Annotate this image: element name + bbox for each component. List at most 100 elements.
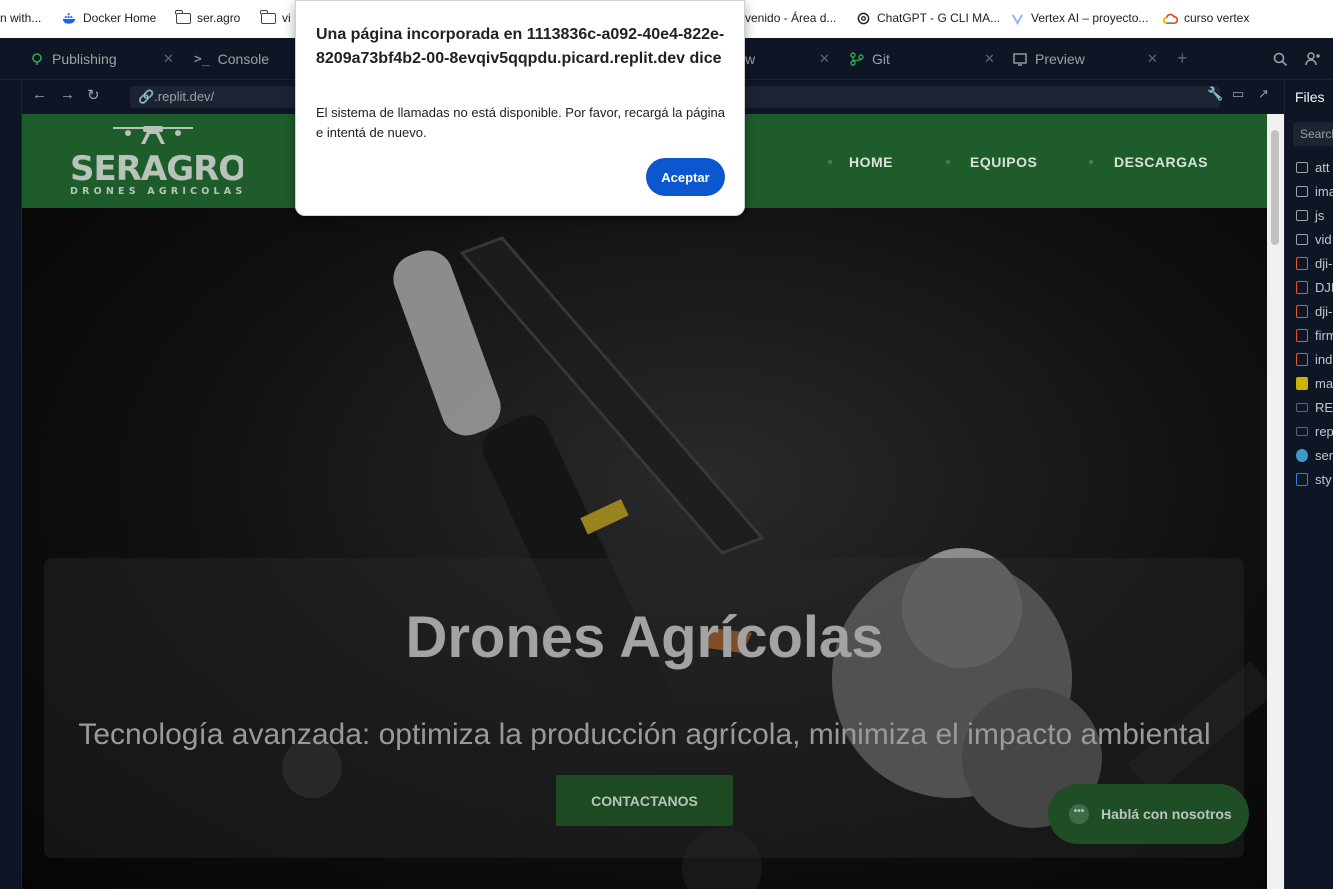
hero-subtitle: Tecnología avanzada: optimiza la producc…	[78, 718, 1211, 751]
file-name: sty	[1315, 471, 1332, 487]
file-name: ma	[1315, 375, 1333, 391]
py-file-icon	[1296, 448, 1308, 462]
nav-bullet	[828, 160, 832, 164]
chat-button[interactable]: ••• Hablá con nosotros	[1048, 784, 1249, 844]
bookmark-chatgpt[interactable]: ChatGPT - G CLI MA...	[856, 11, 1000, 25]
accept-button[interactable]: Aceptar	[646, 158, 725, 196]
md-file-icon	[1296, 426, 1308, 436]
close-icon[interactable]: ✕	[819, 51, 830, 67]
chat-label: Hablá con nosotros	[1101, 806, 1232, 822]
back-icon[interactable]: ←	[32, 86, 47, 103]
html-file-icon	[1296, 328, 1308, 342]
folder-item[interactable]: att	[1296, 157, 1329, 177]
file-name: RE	[1315, 399, 1333, 415]
file-item[interactable]: dji-	[1296, 253, 1332, 273]
file-item[interactable]: ser	[1296, 445, 1333, 465]
alert-dialog: Una página incorporada en 1113836c-a092-…	[295, 0, 745, 216]
bookmark-area[interactable]: venido - Área d...	[745, 11, 836, 25]
bookmark-label: venido - Área d...	[745, 11, 837, 25]
file-name: firm	[1315, 327, 1333, 343]
bookmark-docker-home[interactable]: Docker Home	[62, 11, 156, 25]
dialog-message: El sistema de llamadas no está disponibl…	[316, 105, 726, 140]
file-name: ser	[1315, 447, 1333, 463]
open-external-icon[interactable]: ↗	[1258, 86, 1269, 102]
tab-label: Console	[217, 51, 270, 67]
bookmark-folder-seragro[interactable]: ser.agro	[175, 9, 241, 25]
file-name: rep	[1315, 423, 1333, 439]
file-item[interactable]: DJI	[1296, 277, 1333, 297]
add-tab-icon[interactable]: +	[1177, 48, 1188, 69]
file-item[interactable]: RE	[1296, 397, 1333, 417]
html-file-icon	[1296, 304, 1308, 318]
scroll-thumb[interactable]	[1271, 130, 1279, 245]
file-item[interactable]: ind	[1296, 349, 1332, 369]
tab-label: Publishing	[52, 51, 117, 67]
file-item[interactable]: dji-	[1296, 301, 1332, 321]
files-title: Files	[1295, 89, 1325, 105]
file-name: dji-	[1315, 303, 1333, 319]
close-icon[interactable]: ✕	[1147, 51, 1158, 67]
folder-file-icon	[1296, 233, 1308, 245]
tab-webview[interactable]: w ✕	[745, 38, 830, 80]
folder-file-icon	[1296, 209, 1308, 221]
file-name: js	[1315, 207, 1325, 223]
url-text: .replit.dev/	[154, 89, 215, 104]
tab-git[interactable]: Git ✕	[850, 38, 995, 80]
close-icon[interactable]: ✕	[984, 51, 995, 67]
file-item[interactable]: sty	[1296, 469, 1332, 489]
html-file-icon	[1296, 256, 1308, 270]
html-file-icon	[1296, 352, 1308, 366]
tab-publishing[interactable]: Publishing ✕	[30, 38, 174, 80]
link-icon: 🔗	[138, 89, 155, 104]
website-preview: SERAGRO DRONES AGRICOLAS HOME EQUIPOS DE…	[22, 114, 1267, 889]
files-search-input[interactable]: Search	[1293, 122, 1333, 146]
bookmark-curso-vertex[interactable]: curso vertex	[1163, 11, 1249, 25]
tab-preview[interactable]: Preview ✕	[1013, 38, 1158, 80]
devtools-icon[interactable]: 🔧	[1207, 86, 1223, 102]
bookmark-vertex[interactable]: Vertex AI – proyecto...	[1010, 11, 1148, 25]
tab-label: Preview	[1035, 51, 1085, 67]
close-icon[interactable]: ✕	[163, 51, 174, 67]
add-user-icon[interactable]	[1305, 51, 1321, 67]
folder-item[interactable]: vid	[1296, 229, 1332, 249]
tab-console[interactable]: >_ Console	[194, 38, 269, 80]
bookmark-folder-vi[interactable]: vi	[260, 9, 291, 25]
nav-equipos[interactable]: EQUIPOS	[970, 154, 1037, 170]
folder-file-icon	[1296, 185, 1308, 197]
file-item[interactable]: rep	[1296, 421, 1333, 441]
bookmark-label: ChatGPT - G CLI MA...	[877, 11, 1001, 25]
search-icon[interactable]	[1273, 52, 1288, 67]
bookmark-label: vi	[282, 11, 291, 25]
vertex-icon	[1012, 13, 1023, 25]
files-panel: Files Search att ima js vid dji- DJI dji-firm i…	[1284, 80, 1333, 889]
docker-icon	[62, 12, 76, 24]
console-icon: >_	[194, 51, 210, 67]
html-file-icon	[1296, 280, 1308, 294]
preview-icon	[1013, 52, 1027, 66]
logo-wordmark: SERAGRO	[70, 149, 243, 189]
nav-descargas[interactable]: DESCARGAS	[1114, 154, 1208, 170]
device-icon[interactable]: ▭	[1232, 86, 1244, 102]
file-name: ind	[1315, 351, 1333, 367]
tab-label: w	[745, 51, 756, 67]
seragro-logo[interactable]: SERAGRO DRONES AGRICOLAS	[68, 124, 243, 199]
folder-icon	[260, 9, 276, 24]
file-item[interactable]: firm	[1296, 325, 1333, 345]
forward-icon[interactable]: →	[60, 86, 75, 103]
file-name: ima	[1315, 183, 1333, 199]
file-item[interactable]: ma	[1296, 373, 1333, 393]
contact-button[interactable]: CONTACTANOS	[556, 775, 733, 826]
nav-home[interactable]: HOME	[849, 154, 893, 170]
preview-scrollbar[interactable]	[1267, 114, 1284, 889]
folder-file-icon	[1296, 161, 1308, 173]
folder-item[interactable]: ima	[1296, 181, 1333, 201]
file-name: dji-	[1315, 255, 1333, 271]
git-icon	[850, 52, 864, 66]
bookmark-item[interactable]: n with...	[0, 11, 41, 25]
folder-item[interactable]: js	[1296, 205, 1324, 225]
md-file-icon	[1296, 402, 1308, 412]
css-file-icon	[1296, 472, 1308, 486]
reload-icon[interactable]: ↻	[87, 86, 100, 104]
bookmark-label: ser.agro	[197, 11, 241, 25]
google-cloud-icon	[1163, 13, 1178, 24]
